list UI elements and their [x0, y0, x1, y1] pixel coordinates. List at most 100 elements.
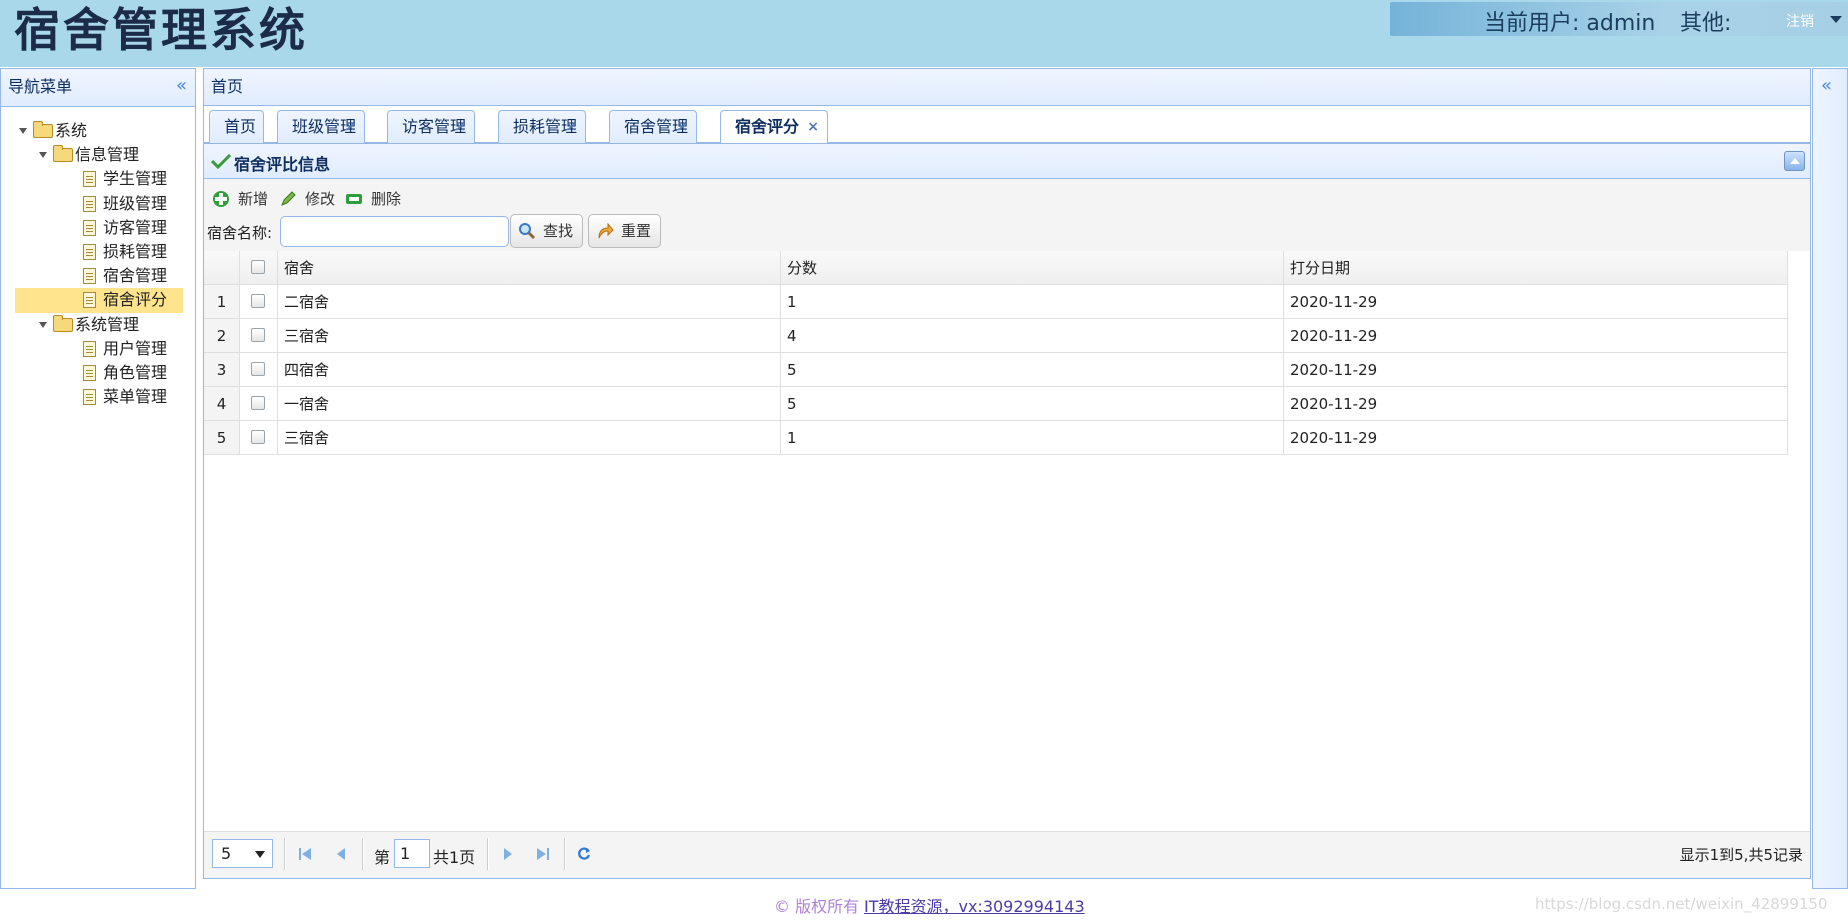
close-icon[interactable]: ×	[807, 111, 819, 143]
table-row[interactable]: 3 四宿舍 5 2020-11-29	[204, 353, 1810, 387]
row-number: 5	[204, 421, 240, 455]
sidebar-item-student[interactable]: 学生管理	[15, 167, 183, 191]
tab-loss[interactable]: 损耗管理 ×	[498, 110, 586, 143]
page-size-select[interactable]: 5	[212, 839, 273, 868]
tab-class[interactable]: 班级管理 ×	[277, 110, 365, 143]
row-checkbox[interactable]	[251, 430, 265, 444]
file-icon	[83, 171, 96, 188]
edit-button[interactable]: 修改	[279, 187, 339, 211]
row-checkbox[interactable]	[251, 396, 265, 410]
cell-dorm: 三宿舍	[278, 319, 781, 353]
sidebar-item-dorm[interactable]: 宿舍管理	[15, 264, 183, 288]
tree-node-group-system[interactable]: 系统管理	[15, 313, 183, 337]
tree-node-group-info[interactable]: 信息管理	[15, 143, 183, 167]
file-icon	[83, 340, 96, 357]
cell-score: 4	[781, 319, 1284, 353]
cell-date: 2020-11-29	[1284, 387, 1788, 421]
checkmark-icon	[211, 153, 231, 169]
file-icon	[83, 364, 96, 381]
edit-label: 修改	[305, 190, 336, 208]
double-chevron-left-icon[interactable]: «	[1821, 69, 1832, 103]
column-header-date[interactable]: 打分日期	[1284, 251, 1788, 285]
tab-dorm-score[interactable]: 宿舍评分 ×	[720, 110, 828, 144]
expand-triangle-icon[interactable]	[39, 321, 47, 328]
add-label: 新增	[238, 190, 269, 208]
datagrid-title: 宿舍评比信息	[234, 155, 331, 174]
reset-button[interactable]: 重置	[588, 214, 661, 248]
footer-link[interactable]: IT教程资源，vx:3092994143	[864, 893, 1085, 917]
sidebar-item-label: 菜单管理	[103, 387, 168, 407]
cell-dorm: 四宿舍	[278, 353, 781, 387]
row-checkbox[interactable]	[251, 362, 265, 376]
collapse-up-icon[interactable]	[1784, 151, 1805, 171]
file-icon	[83, 268, 96, 285]
main-panel: 首页 首页 班级管理 × 访客管理 × 损耗管理 × 宿舍管理 × 宿舍评分 ×	[203, 68, 1811, 889]
sidebar-item-label: 访客管理	[103, 217, 168, 237]
sidebar-item-user[interactable]: 用户管理	[15, 337, 183, 361]
current-user: 当前用户: admin	[1484, 11, 1656, 36]
pagination-bar: 5 第 1 共1页 显示1到5,共5记录	[204, 831, 1810, 878]
dropdown-arrow-icon	[255, 851, 265, 858]
table-row[interactable]: 5 三宿舍 1 2020-11-29	[204, 421, 1810, 455]
cell-score: 1	[781, 421, 1284, 455]
cell-date: 2020-11-29	[1284, 319, 1788, 353]
table-row[interactable]: 4 一宿舍 5 2020-11-29	[204, 387, 1810, 421]
close-icon[interactable]: ×	[454, 111, 466, 143]
row-checkbox[interactable]	[251, 328, 265, 342]
separator	[564, 838, 565, 870]
app-header: 宿舍管理系统 当前用户: admin 其他: 注销	[0, 0, 1848, 67]
page-number-input[interactable]: 1	[394, 839, 430, 868]
search-button[interactable]: 查找	[510, 214, 583, 248]
cell-date: 2020-11-29	[1284, 353, 1788, 387]
column-header-dorm[interactable]: 宿舍	[278, 251, 781, 285]
sidebar-item-visitor[interactable]: 访客管理	[15, 216, 183, 240]
tree-node-root[interactable]: 系统	[15, 119, 183, 143]
watermark: https://blog.csdn.net/weixin_42899150	[1535, 895, 1828, 913]
close-icon[interactable]: ×	[676, 111, 688, 143]
sidebar-item-label: 宿舍评分	[103, 290, 168, 310]
sidebar-item-menu[interactable]: 菜单管理	[15, 385, 183, 409]
table-row[interactable]: 2 三宿舍 4 2020-11-29	[204, 319, 1810, 353]
east-panel-collapsed[interactable]: «	[1812, 68, 1848, 889]
plus-icon	[213, 191, 229, 207]
separator	[487, 838, 488, 870]
nav-tree: 系统 信息管理 学生管理 班级管理 访客管理 损耗管理 宿舍管理 宿舍评分 系统…	[15, 119, 183, 409]
datagrid-header: 宿舍评比信息	[204, 143, 1810, 179]
sidebar-item-loss[interactable]: 损耗管理	[15, 240, 183, 264]
separator	[362, 838, 363, 870]
close-icon[interactable]: ×	[344, 111, 356, 143]
tab-home[interactable]: 首页	[209, 110, 264, 143]
table-header-row: 宿舍 分数 打分日期	[204, 251, 1810, 285]
next-page-icon[interactable]	[501, 847, 515, 861]
refresh-icon[interactable]	[577, 847, 591, 861]
chevron-down-icon[interactable]	[1830, 16, 1842, 23]
last-page-icon[interactable]	[536, 847, 550, 861]
expand-triangle-icon[interactable]	[39, 152, 47, 159]
copyright-text: © 版权所有	[774, 897, 860, 916]
sidebar-item-dorm-score[interactable]: 宿舍评分	[15, 288, 183, 313]
cell-dorm: 一宿舍	[278, 387, 781, 421]
prev-page-icon[interactable]	[334, 847, 348, 861]
add-button[interactable]: 新增	[212, 187, 272, 211]
file-icon	[83, 195, 96, 212]
expand-triangle-icon[interactable]	[19, 128, 27, 134]
close-icon[interactable]: ×	[565, 111, 577, 143]
row-select-cell	[240, 387, 278, 421]
table-row[interactable]: 1 二宿舍 1 2020-11-29	[204, 285, 1810, 319]
select-all-checkbox[interactable]	[251, 260, 265, 274]
sidebar-item-label: 损耗管理	[103, 241, 168, 261]
column-header-score[interactable]: 分数	[781, 251, 1284, 285]
tab-visitor[interactable]: 访客管理 ×	[387, 110, 475, 143]
first-page-icon[interactable]	[298, 847, 312, 861]
delete-button[interactable]: 删除	[345, 187, 405, 211]
logout-button[interactable]: 注销	[1786, 11, 1814, 31]
sidebar-item-class[interactable]: 班级管理	[15, 192, 183, 216]
rownumber-header	[204, 251, 240, 285]
dorm-name-search-input[interactable]	[280, 216, 509, 247]
sidebar-item-role[interactable]: 角色管理	[15, 361, 183, 385]
tab-dorm[interactable]: 宿舍管理 ×	[609, 110, 697, 143]
cell-dorm: 三宿舍	[278, 421, 781, 455]
double-chevron-left-icon[interactable]: «	[176, 69, 187, 103]
row-checkbox[interactable]	[251, 294, 265, 308]
row-number: 3	[204, 353, 240, 387]
